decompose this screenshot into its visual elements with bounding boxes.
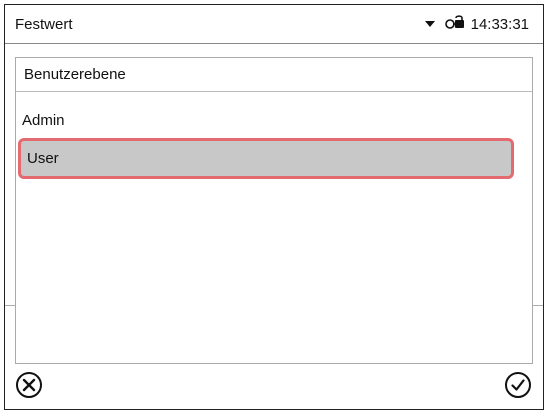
list-item-user[interactable]: User	[18, 138, 514, 179]
status-bar: Festwert 14:33:31	[5, 5, 543, 44]
list-item-admin[interactable]: Admin	[16, 102, 532, 138]
checkmark-icon	[511, 379, 525, 391]
divider-right	[533, 305, 543, 306]
divider-left	[5, 305, 15, 306]
dropdown-triangle-icon[interactable]	[424, 21, 435, 27]
cancel-button[interactable]	[16, 372, 42, 398]
panel-header: Benutzerebene	[16, 58, 532, 92]
close-icon	[22, 378, 36, 392]
device-screen: Festwert 14:33:31 Benutzerebene Admin Us…	[4, 4, 544, 410]
status-area: 14:33:31	[424, 14, 529, 34]
confirm-button[interactable]	[505, 372, 531, 398]
app-title: Festwert	[15, 16, 73, 33]
footer-bar	[5, 362, 543, 409]
key-lock-icon	[444, 14, 465, 34]
clock: 14:33:31	[470, 15, 529, 33]
user-level-panel: Benutzerebene Admin User	[15, 57, 533, 364]
